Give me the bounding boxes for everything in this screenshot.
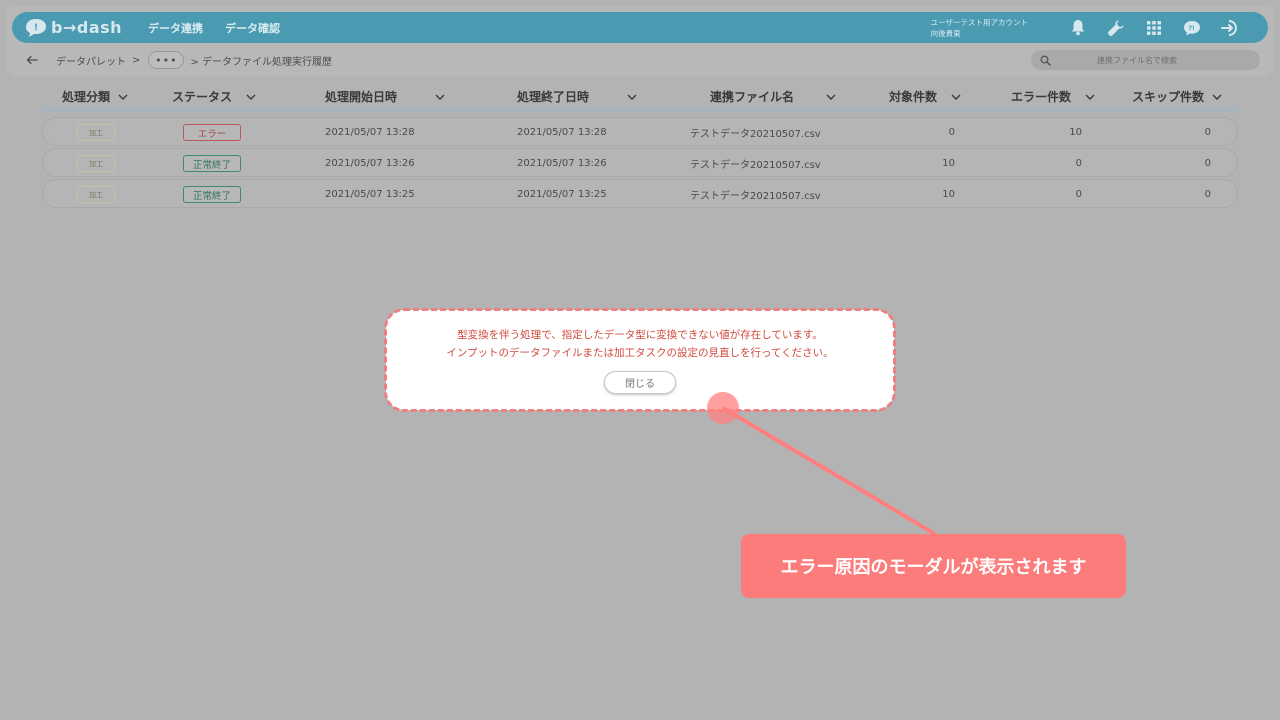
annotation-pointer-dot (707, 392, 739, 424)
annotation-callout: エラー原因のモーダルが表示されます (741, 534, 1126, 598)
annotation-pointer-line (721, 406, 937, 536)
page-background: ! b→dash データ連携 データ確認 ユーザーテスト用アカウント 向後貴東 (0, 0, 1280, 720)
